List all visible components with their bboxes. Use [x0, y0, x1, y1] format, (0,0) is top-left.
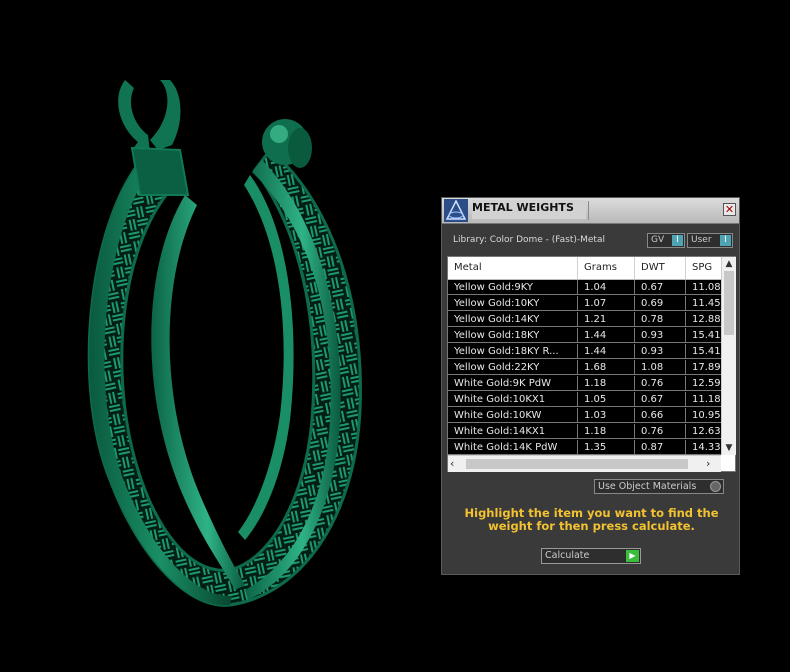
grams-cell: 1.07: [578, 296, 635, 311]
table-row[interactable]: White Gold:10KX1 1.05 0.67 11.18: [448, 392, 721, 408]
calculate-button[interactable]: Calculate ▶: [541, 548, 641, 564]
column-header-dwt[interactable]: DWT: [635, 257, 686, 279]
panel-titlebar[interactable]: METAL WEIGHTS ✕: [442, 198, 739, 224]
spg-cell: 15.41: [686, 328, 721, 343]
dwt-cell: 0.67: [635, 280, 686, 295]
spg-cell: 17.89: [686, 360, 721, 375]
grams-cell: 1.68: [578, 360, 635, 375]
dwt-cell: 1.08: [635, 360, 686, 375]
spg-cell: 11.45: [686, 296, 721, 311]
table-body: Yellow Gold:9KY 1.04 0.67 11.08 Yellow Gold:…: [448, 280, 721, 455]
grams-cell: 1.18: [578, 376, 635, 391]
metal-cell: White Gold:14K PdW: [448, 440, 578, 455]
grams-cell: 1.03: [578, 408, 635, 423]
table-row[interactable]: White Gold:14KX1 1.18 0.76 12.63: [448, 424, 721, 440]
column-header-spg[interactable]: SPG: [686, 257, 726, 279]
metal-cell: Yellow Gold:18KY R...: [448, 344, 578, 359]
spg-cell: 10.95: [686, 408, 721, 423]
play-arrow-icon: ▶: [626, 550, 639, 562]
spg-cell: 12.88: [686, 312, 721, 327]
calculate-label: Calculate: [545, 550, 590, 561]
radio-dot-icon: [710, 481, 721, 492]
spg-cell: 11.08: [686, 280, 721, 295]
grams-cell: 1.21: [578, 312, 635, 327]
grams-cell: 1.44: [578, 328, 635, 343]
earring-model: [87, 80, 362, 607]
metal-cell: White Gold:9K PdW: [448, 376, 578, 391]
spg-cell: 11.18: [686, 392, 721, 407]
table-row[interactable]: Yellow Gold:9KY 1.04 0.67 11.08: [448, 280, 721, 296]
dwt-cell: 0.76: [635, 424, 686, 439]
table-row[interactable]: Yellow Gold:10KY 1.07 0.69 11.45: [448, 296, 721, 312]
toggle-switch-icon: Ⅰ: [672, 235, 683, 246]
column-header-grams[interactable]: Grams: [578, 257, 635, 279]
metal-cell: Yellow Gold:22KY: [448, 360, 578, 375]
table-row[interactable]: White Gold:10KW 1.03 0.66 10.95: [448, 408, 721, 424]
spg-cell: 15.41: [686, 344, 721, 359]
use-object-materials-label: Use Object Materials: [598, 481, 697, 492]
3d-viewport[interactable]: [0, 0, 430, 668]
scroll-left-icon[interactable]: ‹: [450, 456, 464, 472]
scroll-up-icon[interactable]: ▲: [722, 257, 736, 271]
grams-cell: 1.35: [578, 440, 635, 455]
table-row[interactable]: Yellow Gold:22KY 1.68 1.08 17.89: [448, 360, 721, 376]
vertical-scroll-thumb[interactable]: [724, 271, 734, 335]
close-button[interactable]: ✕: [723, 203, 736, 216]
toggle-switch-icon: Ⅰ: [720, 235, 731, 246]
user-toggle-label: User: [691, 235, 712, 245]
grams-cell: 1.18: [578, 424, 635, 439]
panel-title: METAL WEIGHTS: [472, 200, 586, 219]
table-row[interactable]: Yellow Gold:18KY R... 1.44 0.93 15.41: [448, 344, 721, 360]
spg-cell: 12.59: [686, 376, 721, 391]
column-header-metal[interactable]: Metal: [448, 257, 578, 279]
metal-cell: Yellow Gold:9KY: [448, 280, 578, 295]
title-divider: [588, 201, 589, 220]
dwt-cell: 0.93: [635, 344, 686, 359]
scroll-down-icon[interactable]: ▼: [722, 441, 736, 455]
dwt-cell: 0.69: [635, 296, 686, 311]
metal-cell: Yellow Gold:14KY: [448, 312, 578, 327]
spg-cell: 12.63: [686, 424, 721, 439]
vertical-scrollbar[interactable]: ▲ ▼: [721, 257, 736, 455]
metal-cell: White Gold:10KW: [448, 408, 578, 423]
metal-cell: White Gold:14KX1: [448, 424, 578, 439]
horizontal-scroll-thumb[interactable]: [466, 459, 688, 469]
dwt-cell: 0.66: [635, 408, 686, 423]
instruction-text: Highlight the item you want to find the …: [464, 506, 719, 533]
metal-cell: Yellow Gold:10KY: [448, 296, 578, 311]
dwt-cell: 0.76: [635, 376, 686, 391]
use-object-materials-toggle[interactable]: Use Object Materials: [594, 479, 724, 494]
table-row[interactable]: Yellow Gold:18KY 1.44 0.93 15.41: [448, 328, 721, 344]
dwt-cell: 0.93: [635, 328, 686, 343]
grams-cell: 1.05: [578, 392, 635, 407]
metal-cell: Yellow Gold:18KY: [448, 328, 578, 343]
metal-weights-panel: METAL WEIGHTS ✕ Library: Color Dome - (F…: [441, 197, 740, 575]
table-header: Metal Grams DWT SPG: [448, 257, 726, 280]
library-label: Library: Color Dome - (Fast)-Metal: [453, 235, 605, 245]
grams-cell: 1.44: [578, 344, 635, 359]
table-row[interactable]: White Gold:14K PdW 1.35 0.87 14.33: [448, 440, 721, 455]
spg-cell: 14.33: [686, 440, 721, 455]
gv-toggle-label: GV: [651, 235, 665, 245]
table-row[interactable]: White Gold:9K PdW 1.18 0.76 12.59: [448, 376, 721, 392]
metal-weights-table: Metal Grams DWT SPG Yellow Gold:9KY 1.04 0…: [447, 256, 736, 472]
horizontal-scrollbar[interactable]: ‹ ›: [448, 455, 721, 472]
metal-cell: White Gold:10KX1: [448, 392, 578, 407]
table-row[interactable]: Yellow Gold:14KY 1.21 0.78 12.88: [448, 312, 721, 328]
dwt-cell: 0.87: [635, 440, 686, 455]
app-logo-icon: [444, 199, 468, 222]
user-toggle[interactable]: User Ⅰ: [687, 233, 733, 248]
scroll-right-icon[interactable]: ›: [706, 456, 720, 472]
grams-cell: 1.04: [578, 280, 635, 295]
dwt-cell: 0.78: [635, 312, 686, 327]
gv-toggle[interactable]: GV Ⅰ: [647, 233, 685, 248]
dwt-cell: 0.67: [635, 392, 686, 407]
